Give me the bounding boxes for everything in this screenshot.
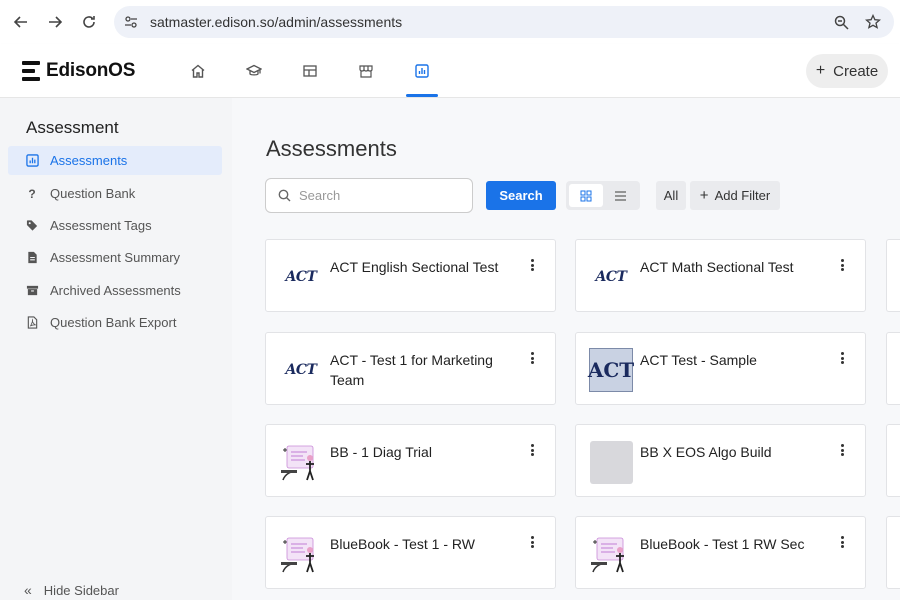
sidebar-item-question-bank[interactable]: ? Question Bank: [8, 179, 222, 208]
double-chevron-left-icon: «: [24, 582, 32, 598]
assessment-card[interactable]: ACT ACT Math Sectional Test: [575, 239, 866, 312]
act-box-text: ACT: [588, 348, 634, 392]
more-options-icon[interactable]: [836, 350, 848, 366]
sidebar-item-question-bank-export[interactable]: Question Bank Export: [8, 308, 222, 337]
view-toggle: [566, 181, 640, 210]
assessment-card[interactable]: BlueBook - Test 1 RW Sec: [575, 516, 866, 589]
assessment-chart-icon[interactable]: [394, 44, 450, 98]
assessment-card-partial[interactable]: [886, 516, 900, 589]
home-icon[interactable]: [170, 44, 226, 98]
assessment-title[interactable]: BlueBook - Test 1 - RW: [330, 534, 510, 554]
act-logo-text: ACT: [285, 269, 317, 285]
forward-arrow-icon[interactable]: [38, 5, 72, 39]
search-icon: [278, 189, 291, 202]
more-options-icon[interactable]: [526, 257, 538, 273]
assessment-card-partial[interactable]: [886, 332, 900, 405]
main-content: Assessments Search All + Add Filter ACTA…: [232, 98, 900, 600]
summary-doc-icon: [25, 251, 39, 265]
sidebar-item-assessment-tags[interactable]: Assessment Tags: [8, 211, 222, 240]
assessment-card-partial[interactable]: [886, 239, 900, 312]
study-illustration-icon: [279, 440, 323, 484]
url-text[interactable]: satmaster.edison.so/admin/assessments: [150, 14, 830, 30]
assessment-title[interactable]: BB - 1 Diag Trial: [330, 442, 510, 462]
act-logo-text: ACT: [595, 269, 627, 285]
add-filter-button[interactable]: + Add Filter: [690, 181, 780, 210]
sidebar-item-assessment-summary[interactable]: Assessment Summary: [8, 243, 222, 272]
hide-sidebar-label: Hide Sidebar: [43, 582, 119, 598]
sidebar-item-label: Question Bank Export: [50, 315, 177, 330]
page-title: Assessments: [266, 136, 397, 161]
site-settings-icon[interactable]: [116, 7, 146, 37]
plus-icon: +: [699, 187, 709, 204]
brand-logo[interactable]: EdisonOS: [22, 60, 135, 82]
assessment-card[interactable]: BlueBook - Test 1 - RW: [265, 516, 556, 589]
more-options-icon[interactable]: [836, 442, 848, 458]
study-illustration-icon: [279, 532, 323, 576]
zoom-icon[interactable]: [830, 11, 852, 33]
more-options-icon[interactable]: [526, 442, 538, 458]
search-button[interactable]: Search: [486, 181, 556, 210]
assessment-card[interactable]: ACT ACT - Test 1 for Marketing Team: [265, 332, 556, 405]
assessment-title[interactable]: BlueBook - Test 1 RW Sec: [640, 534, 820, 554]
tags-icon: [25, 219, 39, 233]
blank-thumbnail-icon: [589, 440, 633, 484]
assessment-card-partial[interactable]: [886, 424, 900, 497]
add-filter-label: Add Filter: [714, 188, 771, 203]
assessment-title[interactable]: BB X EOS Algo Build: [640, 442, 820, 462]
sidebar-item-label: Assessment Summary: [50, 250, 181, 265]
more-options-icon[interactable]: [836, 534, 848, 550]
assessment-card[interactable]: BB X EOS Algo Build: [575, 424, 866, 497]
sidebar-item-archived-assessments[interactable]: Archived Assessments: [8, 276, 222, 305]
assessment-title[interactable]: ACT English Sectional Test: [330, 257, 510, 277]
act-box-logo-icon: ACT: [588, 348, 634, 392]
more-options-icon[interactable]: [526, 534, 538, 550]
store-icon[interactable]: [338, 44, 394, 98]
question-icon: ?: [28, 186, 36, 201]
search-field[interactable]: [265, 178, 473, 213]
act-logo-icon: ACT: [589, 255, 633, 299]
sidebar-item-label: Question Bank: [50, 186, 136, 201]
back-arrow-icon[interactable]: [4, 5, 38, 39]
sidebar-title: Assessment: [26, 118, 119, 137]
reload-icon[interactable]: [72, 5, 106, 39]
app-header: EdisonOS + Create: [0, 44, 900, 98]
dashboard-icon[interactable]: [282, 44, 338, 98]
search-input[interactable]: [299, 188, 449, 203]
brand-name: EdisonOS: [46, 60, 136, 81]
assessment-card[interactable]: ACT ACT Test - Sample: [575, 332, 866, 405]
sidebar: Assessment Assessments ? Question Bank A…: [0, 98, 232, 600]
assessment-title[interactable]: ACT Test - Sample: [640, 350, 820, 370]
assessment-card[interactable]: BB - 1 Diag Trial: [265, 424, 556, 497]
sidebar-item-assessments[interactable]: Assessments: [8, 146, 222, 175]
study-illustration-icon: [589, 532, 633, 576]
top-navigation: [170, 44, 450, 98]
list-view-icon[interactable]: [603, 184, 637, 207]
grid-view-icon[interactable]: [569, 184, 603, 207]
act-logo-icon: ACT: [279, 255, 323, 299]
create-button[interactable]: + Create: [806, 54, 888, 88]
edison-logo-icon: [22, 61, 40, 81]
act-logo-icon: ACT: [279, 348, 323, 392]
bar-chart-icon: [25, 154, 39, 168]
sidebar-item-label: Assessments: [50, 153, 128, 168]
filter-all-chip[interactable]: All: [656, 181, 686, 210]
assessment-title[interactable]: ACT - Test 1 for Marketing Team: [330, 350, 510, 390]
assessment-title[interactable]: ACT Math Sectional Test: [640, 257, 820, 277]
more-options-icon[interactable]: [836, 257, 848, 273]
placeholder-thumbnail: [589, 440, 633, 484]
bookmark-star-icon[interactable]: [862, 11, 884, 33]
hide-sidebar-button[interactable]: « Hide Sidebar: [24, 582, 119, 598]
address-bar[interactable]: satmaster.edison.so/admin/assessments: [114, 6, 894, 38]
browser-toolbar: satmaster.edison.so/admin/assessments: [0, 0, 900, 44]
archive-icon: [25, 284, 39, 298]
pdf-export-icon: [25, 316, 39, 330]
plus-icon: +: [815, 62, 826, 79]
act-logo-text: ACT: [285, 362, 317, 378]
sidebar-item-label: Archived Assessments: [50, 283, 181, 298]
more-options-icon[interactable]: [526, 350, 538, 366]
assessment-card[interactable]: ACT ACT English Sectional Test: [265, 239, 556, 312]
sidebar-item-label: Assessment Tags: [50, 218, 152, 233]
graduation-cap-icon[interactable]: [226, 44, 282, 98]
create-label: Create: [833, 62, 879, 80]
